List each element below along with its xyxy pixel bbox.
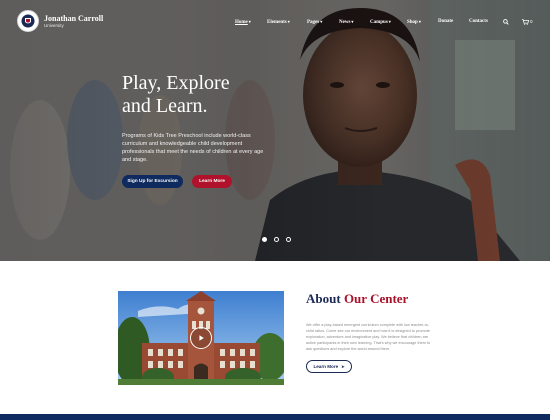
nav-label: Contacts <box>469 19 488 24</box>
signup-excursion-button[interactable]: Sign Up for Excursion <box>122 175 183 188</box>
nav-label: Home <box>235 20 248 25</box>
play-icon <box>199 335 204 341</box>
nav-item-contacts[interactable]: Contacts <box>469 18 488 26</box>
about-description: We offer a play-based emergent curriculu… <box>306 323 431 351</box>
slider-dot-2[interactable] <box>274 237 279 242</box>
nav-item-elements[interactable]: Elements▾ <box>267 18 290 27</box>
hero-description: Programs of Kids Tree Preschool include … <box>122 133 264 163</box>
about-title-part-2: Our Center <box>343 291 409 306</box>
about-title-part-1: About <box>306 291 341 306</box>
nav-label: Pages <box>307 20 320 25</box>
slider-dot-1[interactable] <box>262 237 267 242</box>
nav-item-shop[interactable]: Shop▾ <box>407 18 421 27</box>
hero-slider: Jonathan Carroll University Home▾ Elemen… <box>0 0 550 261</box>
crest-icon <box>21 14 35 28</box>
hero-heading-line-1: Play, Explore <box>122 72 230 94</box>
arrow-right-icon: ➤ <box>341 364 345 369</box>
nav-label: Shop <box>407 20 418 25</box>
chevron-down-icon: ▾ <box>248 19 251 24</box>
hero-heading-line-2: and Learn. <box>122 95 208 117</box>
nav-label: Elements <box>267 20 287 25</box>
brand-name[interactable]: Jonathan Carroll <box>44 14 103 23</box>
nav-item-news[interactable]: News▾ <box>339 18 353 27</box>
nav-item-campus[interactable]: Campus▾ <box>370 18 391 27</box>
site-header: Jonathan Carroll University Home▾ Elemen… <box>0 0 550 42</box>
chevron-down-icon: ▾ <box>287 19 290 24</box>
cart-count: 0 <box>530 19 533 24</box>
hero-heading: Play, Explore and Learn. <box>122 72 292 118</box>
slider-dot-3[interactable] <box>286 237 291 242</box>
nav-label: Donate <box>438 19 454 24</box>
nav-item-pages[interactable]: Pages▾ <box>307 18 322 27</box>
about-learn-more-button[interactable]: Learn More ➤ <box>306 360 352 373</box>
search-icon[interactable] <box>502 18 510 26</box>
chevron-down-icon: ▾ <box>351 19 354 24</box>
chevron-down-icon: ▾ <box>388 19 391 24</box>
chevron-down-icon: ▾ <box>418 19 421 24</box>
nav-item-home[interactable]: Home▾ <box>235 18 251 27</box>
nav-item-donate[interactable]: Donate <box>438 18 453 26</box>
footer-band <box>0 414 550 420</box>
slider-dots <box>262 237 292 243</box>
about-learn-more-label: Learn More <box>313 364 339 369</box>
learn-more-button[interactable]: Learn More <box>192 175 232 188</box>
brand-subtitle: University <box>44 23 64 28</box>
about-title: About Our Center <box>306 291 408 307</box>
nav-label: Campus <box>370 20 388 25</box>
cart-icon[interactable] <box>521 18 529 26</box>
logo-badge[interactable] <box>17 10 39 32</box>
chevron-down-icon: ▾ <box>320 19 323 24</box>
nav-label: News <box>339 20 351 25</box>
play-button[interactable] <box>190 327 212 349</box>
